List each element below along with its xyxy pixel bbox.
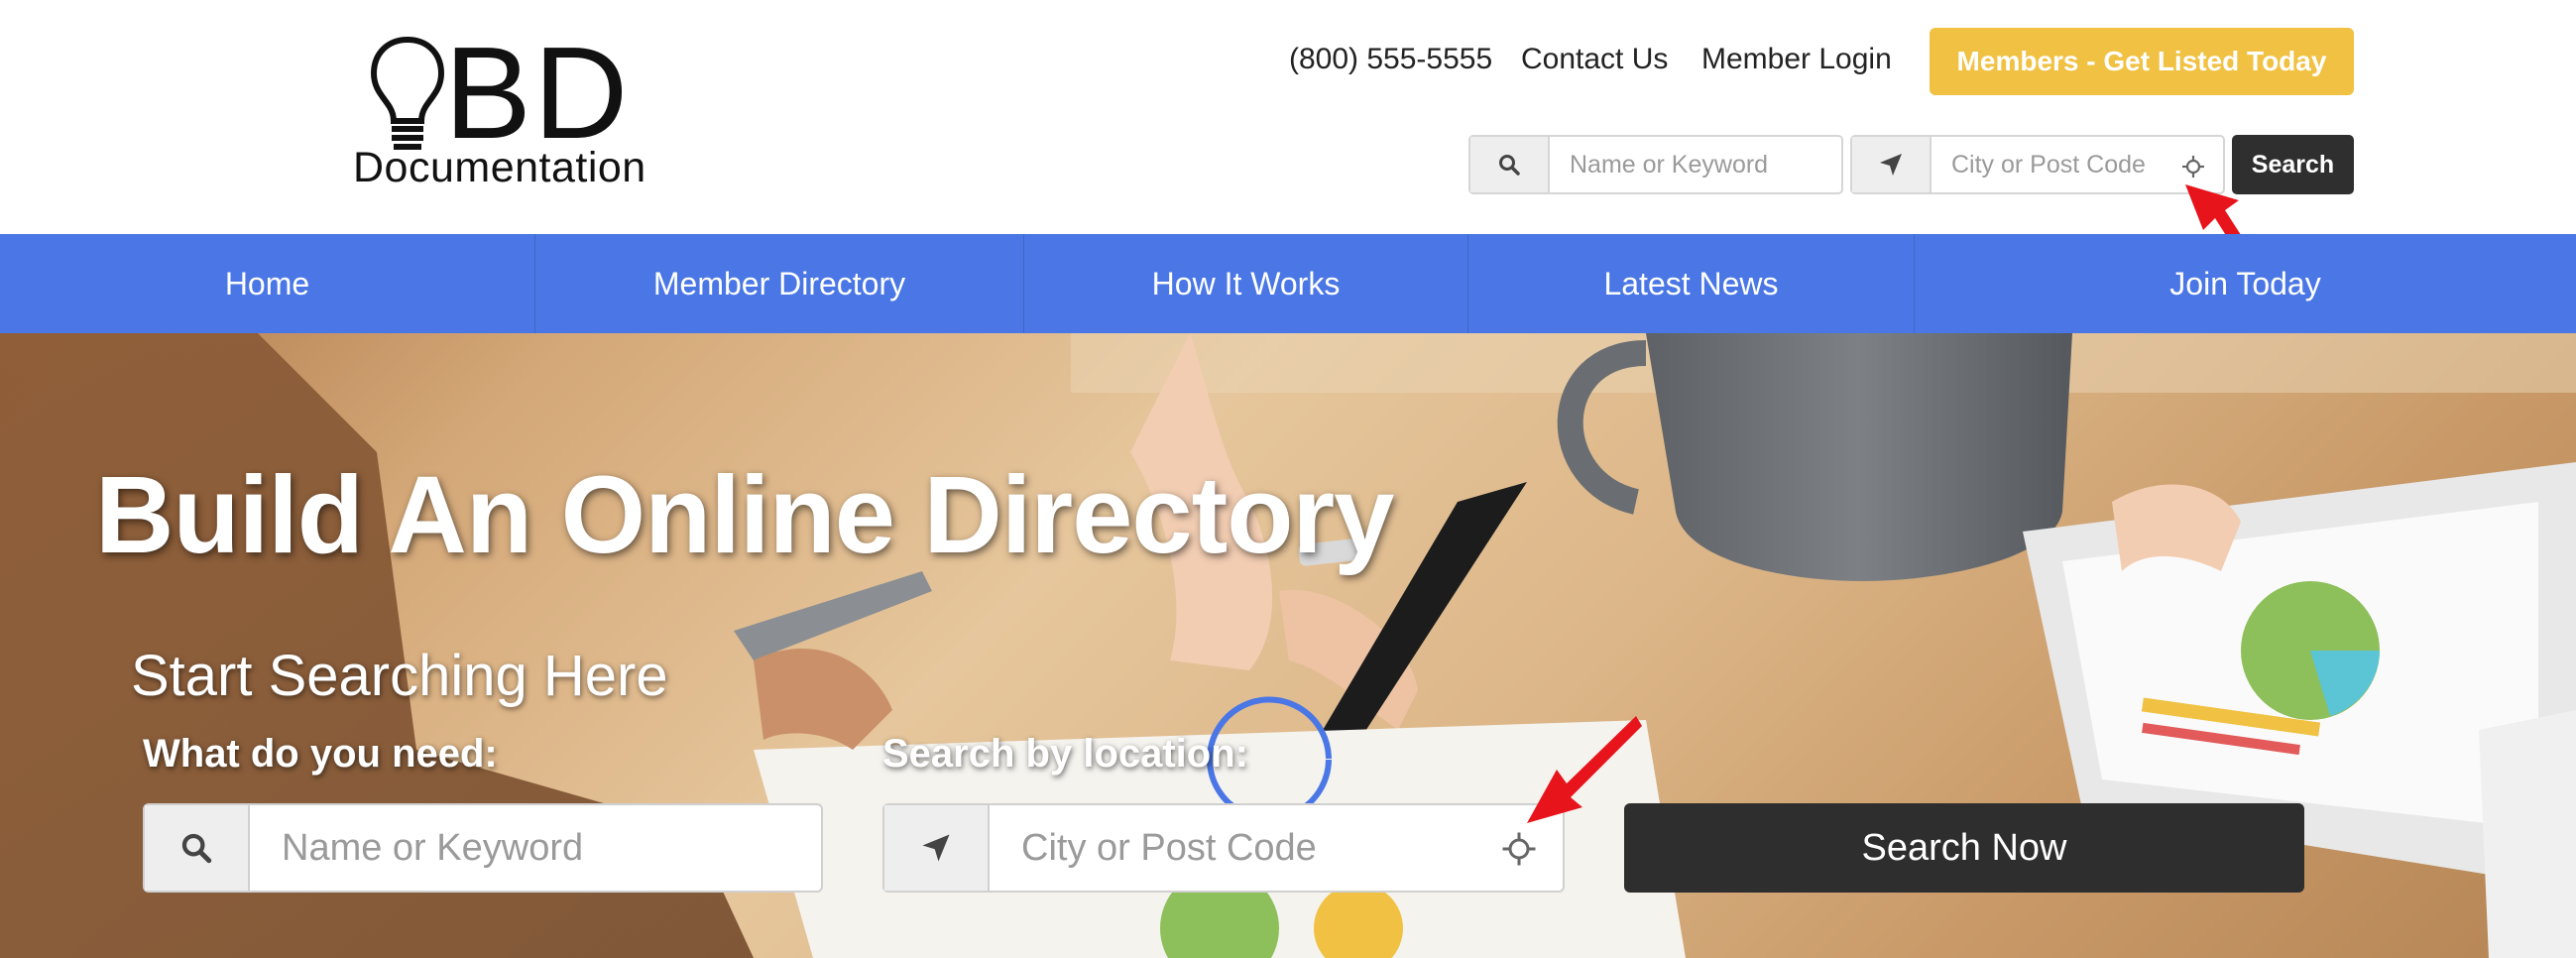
nav-label: Join Today <box>2169 265 2321 301</box>
hero-keyword-input[interactable]: Name or Keyword <box>250 805 821 891</box>
header-location-placeholder: City or Post Code <box>1951 150 2146 179</box>
search-now-button[interactable]: Search Now <box>1624 803 2304 893</box>
hero-banner: Build An Online Directory Start Searchin… <box>0 333 2576 958</box>
crosshair-icon[interactable] <box>1501 831 1537 867</box>
logo-mark: BD <box>444 20 631 166</box>
hero-location-search: City or Post Code <box>882 803 1565 893</box>
nav-item-join-today[interactable]: Join Today <box>1915 234 2576 333</box>
location-arrow-icon <box>1852 137 1932 192</box>
site-logo[interactable]: BD Documentation <box>353 28 690 191</box>
location-label: Search by location: <box>882 732 1248 776</box>
nav-item-member-directory[interactable]: Member Directory <box>535 234 1024 333</box>
search-icon <box>1470 137 1550 192</box>
hero-subtitle: Start Searching Here <box>131 644 668 708</box>
search-icon <box>145 805 250 891</box>
crosshair-icon[interactable] <box>2181 155 2205 179</box>
main-nav: Home Member Directory How It Works Lates… <box>0 234 2576 333</box>
hero-keyword-search: Name or Keyword <box>143 803 823 893</box>
nav-label: Home <box>224 265 310 301</box>
header-keyword-input[interactable]: Name or Keyword <box>1550 137 1841 192</box>
header-keyword-search: Name or Keyword <box>1468 135 1843 194</box>
nav-item-latest-news[interactable]: Latest News <box>1468 234 1915 333</box>
nav-item-how-it-works[interactable]: How It Works <box>1024 234 1468 333</box>
header-location-search: City or Post Code <box>1850 135 2225 194</box>
contact-us-link[interactable]: Contact Us <box>1521 43 1668 76</box>
hero-title: Build An Online Directory <box>95 454 1394 576</box>
logo-subtitle: Documentation <box>353 144 646 191</box>
location-arrow-icon <box>884 805 990 891</box>
nav-item-home[interactable]: Home <box>0 234 535 333</box>
nav-label: Member Directory <box>652 265 906 301</box>
nav-label: How It Works <box>1151 265 1341 301</box>
keyword-label: What do you need: <box>143 732 498 776</box>
lightbulb-icon <box>370 36 445 150</box>
hero-location-placeholder: City or Post Code <box>1021 826 1317 869</box>
member-login-link[interactable]: Member Login <box>1701 43 1892 76</box>
site-header: BD Documentation (800) 555-5555 Contact … <box>0 0 2576 299</box>
annotation-arrow-bottom <box>1527 716 1642 823</box>
hero-location-input[interactable]: City or Post Code <box>990 805 1563 891</box>
nav-label: Latest News <box>1603 265 1779 301</box>
get-listed-button[interactable]: Members - Get Listed Today <box>1930 28 2354 95</box>
phone-link[interactable]: (800) 555-5555 <box>1289 43 1492 76</box>
